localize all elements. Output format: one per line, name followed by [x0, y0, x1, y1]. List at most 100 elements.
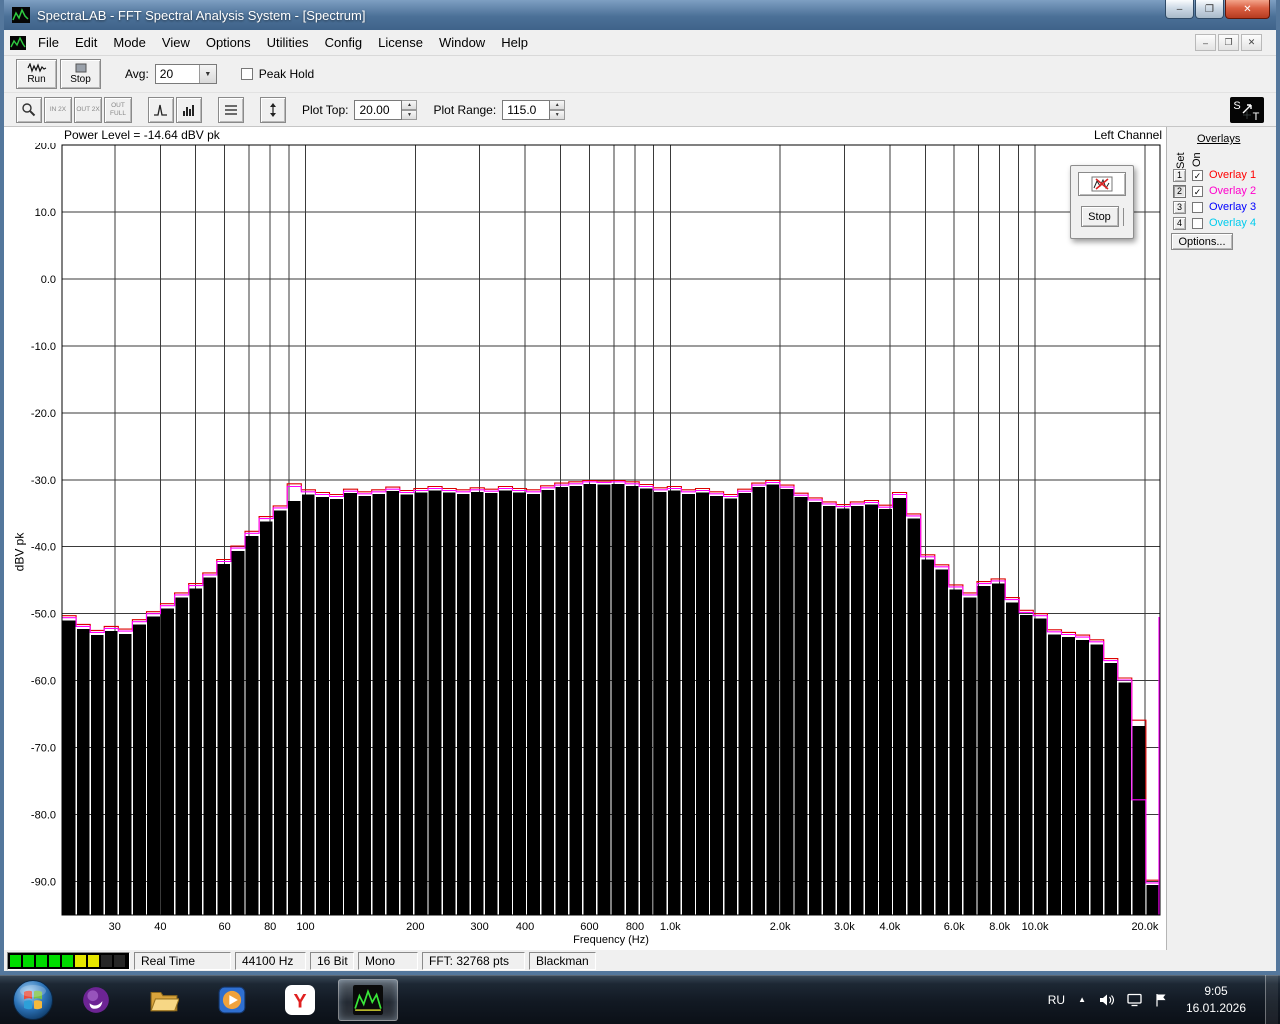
spectrum-child-icon[interactable] [10, 35, 26, 50]
floating-stop-button[interactable]: Stop [1080, 206, 1119, 227]
menu-help[interactable]: Help [493, 31, 536, 54]
taskbar-app-explorer[interactable] [134, 979, 194, 1021]
menu-license[interactable]: License [370, 31, 431, 54]
spectrum-bar [724, 498, 737, 915]
statusbar: Real Time 44100 Hz 16 Bit Mono FFT: 32768 pt… [4, 949, 1276, 971]
start-button[interactable] [0, 975, 66, 1024]
taskbar-app-spectralab[interactable] [338, 978, 398, 1021]
main-toolbar: Run Stop Avg: 20 Peak Hold [4, 56, 1276, 92]
vertical-scale-button[interactable] [260, 96, 286, 123]
overlay-checkbox-1[interactable]: ✓ [1192, 169, 1203, 181]
menu-window[interactable]: Window [431, 31, 493, 54]
menu-file[interactable]: File [30, 31, 67, 54]
level-meter-segment-green [49, 954, 60, 967]
flag-icon[interactable] [1155, 993, 1167, 1007]
spectrum-bar [470, 491, 484, 915]
volume-icon[interactable] [1099, 993, 1114, 1007]
run-button[interactable]: Run [16, 59, 57, 89]
zoom-out-full-button[interactable]: OUT FULL [104, 96, 132, 123]
plot-range-input[interactable] [502, 99, 551, 120]
clock[interactable]: 9:05 16.01.2026 [1180, 983, 1252, 1015]
titlebar[interactable]: SpectraLAB - FFT Spectral Analysis Syste… [4, 0, 1276, 30]
spectrum-view-button[interactable] [176, 96, 202, 123]
plot-top-label: Plot Top: [302, 102, 349, 117]
spectrum-bar [583, 483, 597, 915]
overlay-checkbox-2[interactable]: ✓ [1192, 185, 1203, 197]
x-tick-label: 8.0k [989, 921, 1010, 933]
mdi-minimize-button[interactable]: – [1195, 34, 1216, 51]
overlay-set-button-4[interactable]: 4 [1173, 216, 1186, 230]
peak-hold-checkbox[interactable] [240, 68, 253, 80]
spectrum-bar [344, 493, 357, 915]
taskbar-app-yandex-browser[interactable]: Y [270, 979, 330, 1021]
zoom-button[interactable] [16, 96, 42, 123]
messenger-icon [83, 986, 109, 1013]
x-tick-label: 30 [109, 921, 121, 933]
overlay-options-button[interactable]: Options... [1171, 233, 1233, 250]
display-icon[interactable] [1127, 993, 1142, 1007]
window-maximize-button[interactable]: ❐ [1195, 0, 1224, 19]
plot-top-spinner[interactable] [402, 99, 418, 120]
menu-options[interactable]: Options [198, 31, 259, 54]
spectrum-bar [1034, 618, 1047, 915]
avg-combobox[interactable]: 20 [154, 64, 217, 84]
overlay-set-button-1[interactable]: 1 [1173, 168, 1186, 182]
spectrum-bar [921, 559, 935, 915]
hidden-icons-arrow[interactable]: ▲ [1078, 995, 1086, 1004]
overlays-on-column-label: On [1191, 152, 1203, 167]
window-close-button[interactable]: ✕ [1225, 0, 1270, 19]
menu-mode[interactable]: Mode [105, 31, 154, 54]
menu-utilities[interactable]: Utilities [259, 31, 317, 54]
spectrum-bar [442, 492, 456, 915]
combo-dropdown-arrow-icon[interactable] [198, 65, 216, 83]
spectrum-bar [1076, 639, 1089, 915]
peak-curve-button[interactable] [148, 96, 174, 123]
overlay-set-button-3[interactable]: 3 [1173, 200, 1186, 214]
overlay-set-button-2[interactable]: 2 [1173, 184, 1186, 198]
taskbar-app-media-player[interactable] [202, 979, 262, 1021]
overlay-checkbox-3[interactable] [1192, 201, 1203, 213]
zoom-in-2x-button[interactable]: IN 2X [44, 96, 72, 123]
floating-toolbar[interactable]: Stop [1070, 165, 1134, 239]
mdi-restore-button[interactable]: ❐ [1218, 34, 1239, 51]
level-meter-segment-green [36, 954, 47, 967]
spectrum-bar [428, 490, 442, 915]
stop-button[interactable]: Stop [60, 59, 101, 89]
menu-view[interactable]: View [154, 31, 198, 54]
mdi-close-button[interactable]: ✕ [1241, 34, 1262, 51]
spectrum-bar [1090, 644, 1103, 915]
desktop-screen: SpectraLAB - FFT Spectral Analysis Syste… [0, 0, 1280, 1024]
plot-range-spinner[interactable] [550, 99, 566, 120]
plot-delete-button[interactable] [1078, 172, 1126, 196]
spectrum-bar [133, 624, 146, 915]
x-tick-label: 40 [154, 921, 166, 933]
zoom-out-2x-button[interactable]: OUT 2X [74, 96, 102, 123]
stop-button-label: Stop [70, 74, 91, 85]
run-waveform-icon [26, 63, 46, 73]
x-tick-label: 600 [580, 921, 598, 933]
x-tick-label: 2.0k [770, 921, 791, 933]
window-minimize-button[interactable]: – [1165, 0, 1194, 19]
show-desktop-button[interactable] [1265, 975, 1278, 1024]
overlay-checkbox-4[interactable] [1192, 217, 1203, 229]
svg-text:T: T [1253, 111, 1260, 123]
taskbar-app-messenger[interactable] [66, 979, 126, 1021]
spectrum-bar [217, 564, 231, 915]
x-tick-label: 20.0k [1131, 921, 1158, 933]
notes-button[interactable] [218, 96, 244, 123]
menu-edit[interactable]: Edit [67, 31, 105, 54]
spectrum-bar [710, 495, 723, 915]
spectrum-plot[interactable]: 20.0 10.0 0.0 -10.0 -20.0 -30.0 -40.0 -50.0 -60.… [4, 143, 1166, 950]
plot-delete-icon [1091, 176, 1113, 192]
overlay-row-1: 1 ✓ Overlay 1 [1173, 167, 1256, 183]
spectrum-bar [752, 487, 766, 915]
level-meter [7, 951, 130, 970]
spectrum-bar [62, 620, 76, 915]
level-meter-segment-yellow [75, 954, 86, 967]
floating-toolbar-grip[interactable] [1122, 207, 1124, 226]
plot-top-input[interactable] [354, 99, 403, 120]
spectralab-taskbar-icon [353, 984, 383, 1015]
language-indicator[interactable]: RU [1048, 993, 1065, 1007]
x-tick-label: 400 [516, 921, 534, 933]
menu-config[interactable]: Config [317, 31, 371, 54]
